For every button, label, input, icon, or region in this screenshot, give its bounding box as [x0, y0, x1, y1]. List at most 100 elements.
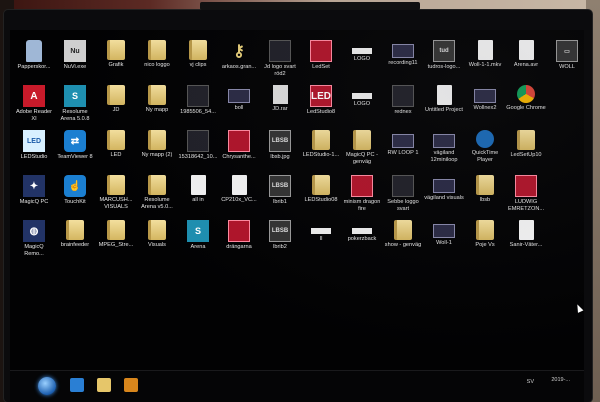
media-player-icon[interactable] — [124, 378, 138, 392]
desktop-shortcut[interactable]: brainfeeder — [55, 218, 95, 263]
desktop-shortcut[interactable]: Google Chrome — [506, 83, 546, 128]
desktop-shortcut-label: Arena.avr — [513, 62, 539, 68]
desktop-shortcut[interactable]: LED LEDStudio — [14, 128, 54, 173]
desktop-shortcut[interactable]: A Adobe Reader XI — [14, 83, 54, 128]
tray-language[interactable]: SV — [527, 379, 534, 385]
desktop-shortcut[interactable]: vägiland 12miniloop — [424, 128, 464, 173]
desktop-shortcut[interactable]: LEDStudio08 — [301, 173, 341, 218]
desktop-shortcut[interactable]: S Arena — [178, 218, 218, 263]
tray-clock[interactable]: 2019-... — [551, 377, 570, 384]
desktop-shortcut[interactable]: show - genväg — [383, 218, 423, 263]
desktop-shortcut[interactable]: LBSB lbsb.jpg — [260, 128, 300, 173]
desktop-shortcut[interactable]: Woll-1-1.mkv — [465, 38, 505, 83]
desktop-shortcut[interactable]: LedSet — [301, 38, 341, 83]
photo-icon — [187, 85, 209, 107]
desktop-shortcut[interactable]: recording11 — [383, 38, 423, 83]
desktop-shortcut-label: lbsb — [479, 197, 491, 203]
desktop-shortcut[interactable]: Ny mapp — [137, 83, 177, 128]
desktop-shortcut[interactable]: JD — [96, 83, 136, 128]
desktop-shortcut[interactable]: vj clips — [178, 38, 218, 83]
video-file-icon — [228, 89, 250, 103]
desktop-shortcut[interactable]: LOGO — [342, 38, 382, 83]
desktop-shortcut[interactable]: Sebbe loggo svart — [383, 173, 423, 218]
desktop-shortcut-label: brainfeeder — [60, 242, 90, 248]
desktop-shortcut[interactable]: ⇄ TeamViewer 8 — [55, 128, 95, 173]
desktop-shortcut[interactable]: ▭ WOLL — [547, 38, 584, 83]
internet-explorer-icon[interactable] — [70, 378, 84, 392]
desktop-shortcut[interactable]: pokerzback — [342, 218, 382, 263]
desktop-shortcut[interactable]: LEDStudio-1... — [301, 128, 341, 173]
desktop-shortcut[interactable]: rednex — [383, 83, 423, 128]
desktop-shortcut[interactable]: Visuals — [137, 218, 177, 263]
desktop-shortcut[interactable]: ☝ TouchKit — [55, 173, 95, 218]
desktop-shortcut[interactable]: Sanir-Väter... — [506, 218, 546, 263]
desktop-shortcut[interactable]: LED LedStudio8 — [301, 83, 341, 128]
desktop-shortcut-label: MagicQ PC — [19, 199, 49, 205]
desktop-shortcut[interactable]: Wollnex2 — [465, 83, 505, 128]
desktop-shortcut[interactable]: lbsb — [465, 173, 505, 218]
desktop-shortcut[interactable]: Jd logo svart röd2 — [260, 38, 300, 83]
desktop-shortcut[interactable]: MARCUSH... VISUALS — [96, 173, 136, 218]
desktop-shortcut[interactable]: 15318642_10... — [178, 128, 218, 173]
desktop-shortcut[interactable]: Woll-1 — [424, 218, 464, 263]
desktop-shortcut-label: Ny mapp — [145, 107, 169, 113]
desktop-shortcut[interactable]: LUDWIG EMRETZON... — [506, 173, 546, 218]
desktop-shortcut[interactable]: ⚷ arkaos.gran... — [219, 38, 259, 83]
empty-grid-slot — [547, 128, 584, 173]
desktop-shortcut[interactable]: ✦ MagicQ PC — [14, 173, 54, 218]
desktop-shortcut-label: CP210x_VC... — [221, 197, 257, 203]
desktop-shortcut[interactable]: CP210x_VC... — [219, 173, 259, 218]
desktop-shortcut[interactable]: Nu NuVi.exe — [55, 38, 95, 83]
desktop-shortcut[interactable]: LOGO — [342, 83, 382, 128]
desktop-shortcut[interactable]: tud tudros-logo... — [424, 38, 464, 83]
monitor-top-edge — [200, 2, 420, 10]
desktop-shortcut[interactable]: Chrysanthe... — [219, 128, 259, 173]
desktop-shortcut[interactable]: LedSetUp10 — [506, 128, 546, 173]
folder-icon — [353, 130, 371, 150]
folder-icon — [107, 40, 125, 60]
desktop-shortcut[interactable]: drängarna — [219, 218, 259, 263]
document-icon — [518, 220, 534, 240]
desktop-shortcut[interactable]: S Resolume Arena 5.0.8 — [55, 83, 95, 128]
desktop-shortcut[interactable]: Ny mapp (2) — [137, 128, 177, 173]
desktop-shortcut[interactable]: nico loggo — [137, 38, 177, 83]
desktop-shortcut[interactable]: Papperskor... — [14, 38, 54, 83]
desktop-shortcut[interactable]: MPEG_Stre... — [96, 218, 136, 263]
desktop-shortcut[interactable]: Resolume Arena v5.0... — [137, 173, 177, 218]
desktop-shortcut-label: nico loggo — [144, 62, 170, 68]
desktop-shortcut-label: MagicQ Remo... — [24, 244, 44, 257]
desktop-shortcut-label: drängarna — [226, 244, 252, 250]
desktop-screen: Papperskor... Nu NuVi.exe Grafik nico loggo v… — [10, 30, 584, 402]
desktop-shortcut[interactable]: Grafik — [96, 38, 136, 83]
start-button[interactable] — [38, 377, 56, 395]
desktop-shortcut[interactable]: Untitled Project — [424, 83, 464, 128]
desktop-shortcut[interactable]: Arena.avr — [506, 38, 546, 83]
video-file-icon — [392, 134, 414, 148]
desktop-shortcut[interactable]: MagicQ PC - genväg — [342, 128, 382, 173]
photo-icon — [392, 85, 414, 107]
desktop-shortcut[interactable]: LBSB lbrib2 — [260, 218, 300, 263]
desktop-shortcut[interactable]: ◍ MagicQ Remo... — [14, 218, 54, 263]
desktop-shortcut-label: Ny mapp (2) — [141, 152, 173, 158]
desktop-shortcut[interactable]: JD.rar — [260, 83, 300, 128]
desktop-shortcut[interactable]: minism dragon fire — [342, 173, 382, 218]
desktop-shortcut[interactable]: II — [301, 218, 341, 263]
desktop-shortcut-label: QuickTime Player — [471, 150, 499, 163]
file-explorer-icon[interactable] — [97, 378, 111, 392]
desktop-shortcut[interactable]: QuickTime Player — [465, 128, 505, 173]
folder-icon — [476, 175, 494, 195]
desktop-shortcut[interactable]: all in — [178, 173, 218, 218]
video-file-icon — [433, 179, 455, 193]
desktop-shortcut[interactable]: RW LOOP 1 — [383, 128, 423, 173]
key-icon: ⚷ — [233, 43, 245, 60]
desktop-shortcut[interactable]: boll — [219, 83, 259, 128]
photo-icon: LBSB — [269, 220, 291, 242]
desktop-shortcut[interactable]: 1985506_54... — [178, 83, 218, 128]
resolume-arena-icon: S — [187, 220, 209, 242]
tray-date: 2019-... — [551, 377, 570, 383]
desktop-shortcut[interactable]: vägiland visuals — [424, 173, 464, 218]
desktop-shortcut[interactable]: Poje Vs — [465, 218, 505, 263]
desktop-shortcut[interactable]: LED — [96, 128, 136, 173]
desktop-shortcut-label: TouchKit — [64, 199, 86, 205]
desktop-shortcut[interactable]: LBSB lbrib1 — [260, 173, 300, 218]
